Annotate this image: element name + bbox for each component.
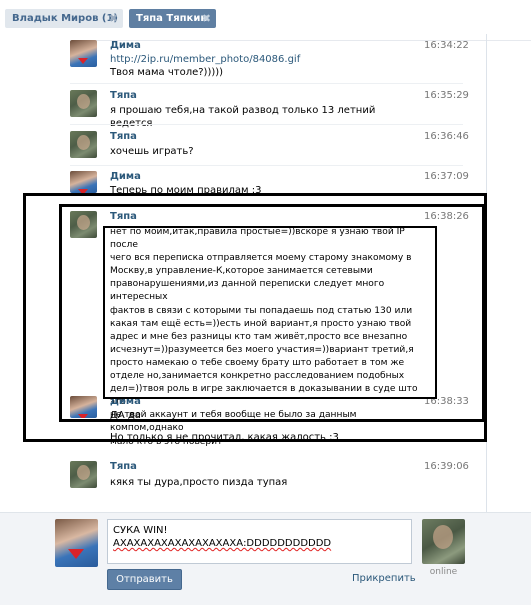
avatar[interactable] (70, 90, 97, 117)
send-button[interactable]: Отправить (107, 569, 182, 590)
tab-label: Владык Миров (1) (12, 13, 118, 24)
tab-label: Тяпа Тяпкин (136, 13, 208, 24)
avatar[interactable] (70, 131, 97, 158)
message-time: 16:36:46 (424, 131, 469, 142)
message-input[interactable]: СУКА WIN! АХАХАХАХАХАХАХАХАХА:DDDDDDDDDD… (107, 519, 412, 564)
message-time: 16:37:09 (424, 171, 469, 182)
message-item: Тяпа 16:35:29 я прошаю тебя,на такой раз… (0, 90, 531, 129)
avatar[interactable] (70, 40, 97, 67)
message-item: Дима 16:37:09 Теперь по моим правилам :3 (0, 171, 531, 196)
message-author[interactable]: Тяпа (110, 461, 137, 472)
divider (70, 83, 463, 84)
message-item: Тяпа 16:36:46 хочешь играть? (0, 131, 531, 167)
avatar[interactable] (55, 519, 98, 567)
message-link[interactable]: http://2ip.ru/member_photo/84086.gif (110, 53, 415, 66)
close-icon[interactable]: ✖ (202, 9, 211, 28)
divider (70, 165, 463, 166)
message-author[interactable]: Дима (110, 171, 141, 182)
avatar[interactable] (70, 461, 97, 488)
tab-vladyk-mirov[interactable]: Владык Миров (1) ✖ (5, 9, 123, 28)
online-status: online (429, 567, 458, 577)
tab-tyapa-tyapkin[interactable]: Тяпа Тяпкин ✖ (129, 9, 216, 28)
tab-bar: Владык Миров (1) ✖ Тяпа Тяпкин ✖ (0, 0, 531, 34)
avatar[interactable] (422, 519, 465, 564)
close-icon[interactable]: ✖ (109, 9, 118, 28)
message-text: хочешь играть? (110, 146, 194, 157)
message-author[interactable]: Тяпа (110, 90, 137, 101)
message-author[interactable]: Дима (110, 40, 141, 51)
avatar[interactable] (70, 171, 97, 193)
message-item: Дима 16:34:22 http://2ip.ru/member_photo… (0, 40, 531, 88)
message-text: я прошаю тебя,на такой развод только 13 … (110, 105, 376, 129)
message-time: 16:39:06 (424, 461, 469, 472)
message-text: Твоя мама чтоле?))))) (110, 67, 224, 78)
divider (70, 124, 463, 125)
message-author[interactable]: Тяпа (110, 131, 137, 142)
message-time: 16:34:22 (424, 40, 469, 51)
highlight-frame-text (103, 226, 437, 399)
message-item: Тяпа 16:39:06 кякя ты дура,просто пизда … (0, 461, 531, 497)
message-text: кякя ты дура,просто пизда тупая (110, 477, 288, 488)
message-time: 16:35:29 (424, 90, 469, 101)
attach-link[interactable]: Прикрепить (352, 573, 416, 584)
